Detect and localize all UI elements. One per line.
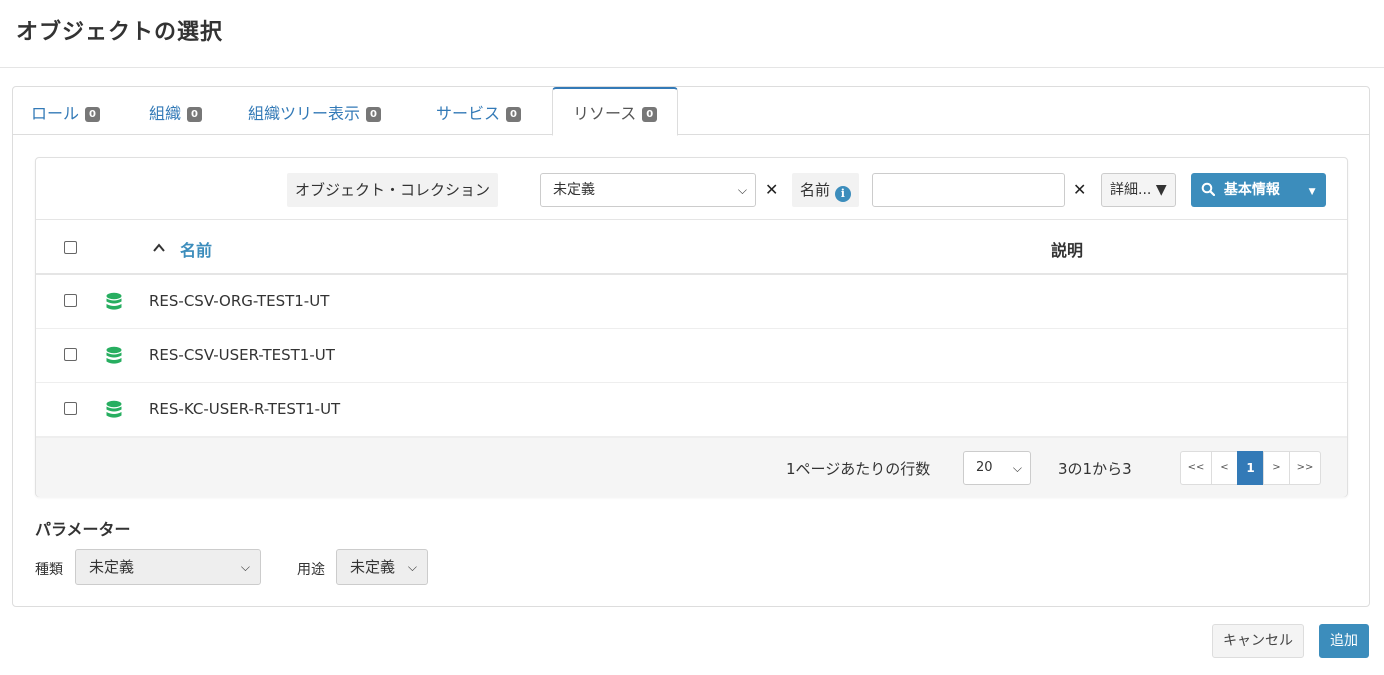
tab-org-tree[interactable]: 組織ツリー表示 0 (248, 87, 381, 136)
prev-page-button[interactable]: < (1211, 451, 1238, 485)
tab-count-badge: 0 (642, 107, 658, 122)
chevron-down-icon: ⌵ (240, 560, 250, 574)
chevron-down-icon: ⌵ (737, 183, 747, 197)
last-page-button[interactable]: >> (1289, 451, 1321, 485)
current-page-button[interactable]: 1 (1237, 451, 1264, 485)
database-icon (106, 346, 122, 364)
resource-list-box: オブジェクト・コレクション 未定義 ⌵ ✕ 名前 i ✕ 詳細... ▼ 基本情… (35, 157, 1348, 497)
dialog-header: オブジェクトの選択 (0, 0, 1384, 68)
tab-label: サービス (436, 104, 501, 123)
tab-label: 組織ツリー表示 (248, 104, 361, 123)
dialog-title: オブジェクトの選択 (16, 20, 224, 45)
tab-resources[interactable]: リソース 0 (552, 87, 679, 136)
row-checkbox[interactable] (64, 348, 77, 361)
cancel-button[interactable]: キャンセル (1212, 624, 1304, 658)
caret-down-icon: ▼ (1155, 182, 1167, 198)
advanced-search-button[interactable]: 詳細... ▼ (1101, 173, 1176, 207)
table-header: 名前 説明 (36, 220, 1347, 275)
kind-select[interactable]: 未定義 ⌵ (75, 549, 261, 585)
first-page-button[interactable]: << (1180, 451, 1212, 485)
row-checkbox[interactable] (64, 402, 77, 415)
table-row[interactable]: RES-CSV-USER-TEST1-UT (36, 329, 1347, 383)
database-icon (106, 292, 122, 310)
tab-label: リソース (573, 104, 637, 123)
clear-collection-icon[interactable]: ✕ (765, 173, 778, 207)
basic-search-button[interactable]: 基本情報 ▼ (1191, 173, 1326, 207)
resource-name: RES-KC-USER-R-TEST1-UT (149, 400, 341, 418)
table-row[interactable]: RES-KC-USER-R-TEST1-UT (36, 383, 1347, 437)
info-icon[interactable]: i (834, 186, 851, 202)
column-header-description: 説明 (1051, 241, 1084, 260)
name-filter-label-text: 名前 (800, 181, 831, 199)
rows-per-page-select[interactable]: 20 ⌵ (963, 451, 1031, 485)
usage-select-value: 未定義 (350, 558, 396, 576)
tab-count-badge: 0 (366, 107, 381, 122)
pagination-bar: 1ページあたりの行数 20 ⌵ 3の1から3 << < 1 > >> (36, 437, 1347, 497)
filter-bar: オブジェクト・コレクション 未定義 ⌵ ✕ 名前 i ✕ 詳細... ▼ 基本情… (36, 158, 1347, 220)
rows-per-page-value: 20 (976, 460, 993, 475)
collection-select-value: 未定義 (553, 182, 595, 198)
usage-label: 用途 (297, 562, 325, 578)
collection-label: オブジェクト・コレクション (287, 173, 499, 207)
pagination-controls: << < 1 > >> (1180, 451, 1321, 485)
chevron-down-icon: ⌵ (407, 560, 417, 574)
rows-per-page-label: 1ページあたりの行数 (786, 460, 931, 478)
tab-label: 組織 (149, 104, 182, 123)
pagination-summary: 3の1から3 (1058, 460, 1132, 478)
clear-name-icon[interactable]: ✕ (1073, 173, 1086, 207)
tab-organizations[interactable]: 組織 0 (149, 87, 202, 136)
tab-count-badge: 0 (85, 107, 100, 122)
resource-name: RES-CSV-ORG-TEST1-UT (149, 292, 330, 310)
chevron-down-icon: ⌵ (1012, 461, 1022, 475)
select-all-checkbox[interactable] (64, 241, 77, 254)
advanced-search-label: 詳細... (1110, 182, 1152, 198)
tab-label: ロール (31, 104, 80, 123)
collection-select[interactable]: 未定義 ⌵ (540, 173, 756, 207)
tab-services[interactable]: サービス 0 (436, 87, 521, 136)
table-row[interactable]: RES-CSV-ORG-TEST1-UT (36, 275, 1347, 329)
resource-name: RES-CSV-USER-TEST1-UT (149, 346, 335, 364)
row-checkbox[interactable] (64, 294, 77, 307)
tab-count-badge: 0 (506, 107, 521, 122)
tab-roles[interactable]: ロール 0 (31, 87, 100, 136)
kind-label: 種類 (35, 562, 63, 578)
add-button[interactable]: 追加 (1319, 624, 1369, 658)
column-header-name[interactable]: 名前 (180, 237, 212, 261)
tab-bar: ロール 0 組織 0 組織ツリー表示 0 サービス 0 リソース 0 (13, 87, 1369, 136)
sort-ascending-icon[interactable] (152, 241, 166, 255)
basic-search-label: 基本情報 (1223, 182, 1280, 198)
kind-select-value: 未定義 (89, 558, 135, 576)
parameters-title: パラメーター (35, 520, 131, 539)
search-icon (1201, 182, 1216, 197)
name-filter-label: 名前 i (792, 173, 859, 207)
caret-down-icon[interactable]: ▼ (1309, 187, 1316, 197)
tab-count-badge: 0 (187, 107, 202, 122)
name-filter-input[interactable] (872, 173, 1065, 207)
database-icon (106, 400, 122, 418)
next-page-button[interactable]: > (1263, 451, 1290, 485)
object-selection-panel: ロール 0 組織 0 組織ツリー表示 0 サービス 0 リソース 0 オブジェクト・コレク… (12, 86, 1370, 607)
usage-select[interactable]: 未定義 ⌵ (336, 549, 428, 585)
